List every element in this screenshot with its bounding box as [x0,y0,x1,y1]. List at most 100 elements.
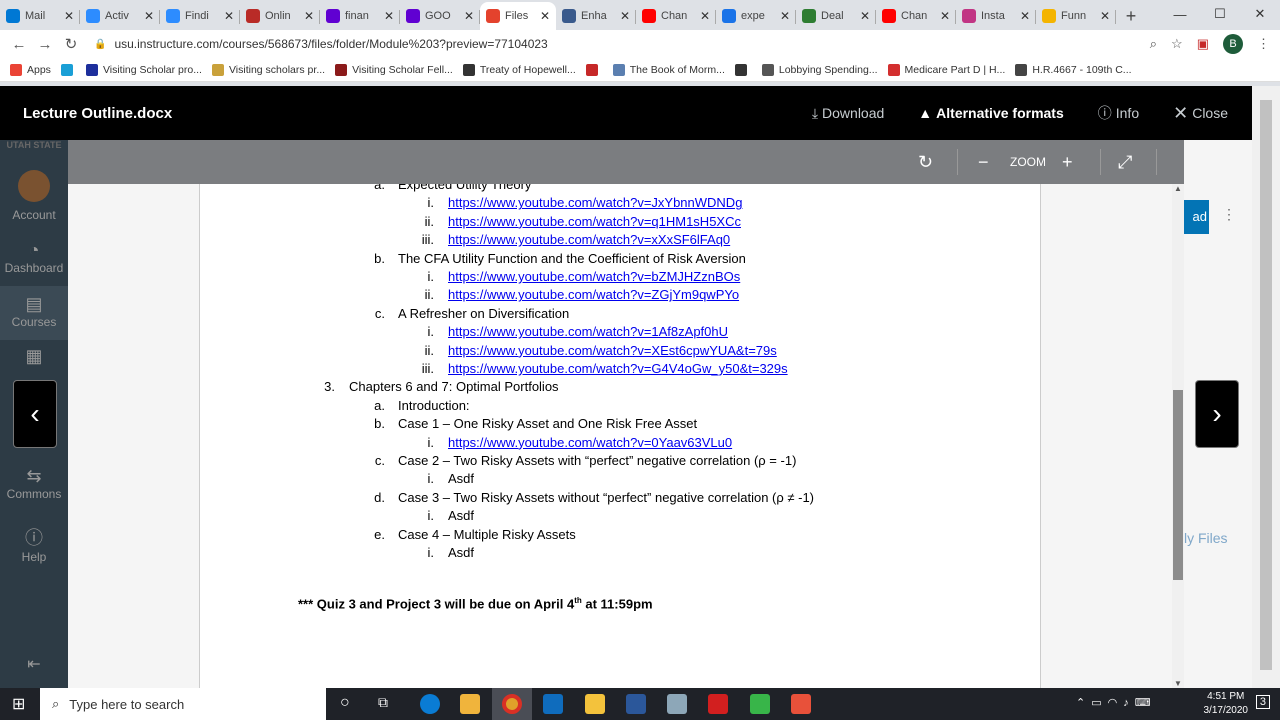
word-icon[interactable] [626,694,646,714]
notification-center-icon[interactable]: 3 [1255,695,1270,709]
minimize-icon[interactable]: — [1160,0,1200,28]
tab-close-icon[interactable]: ✕ [144,9,154,23]
nav-commons[interactable]: ⇆ Commons [0,466,68,501]
document-scrollbar[interactable]: ▲ ▼ [1172,184,1184,688]
tab-close-icon[interactable]: ✕ [860,9,870,23]
tab-close-icon[interactable]: ✕ [940,9,950,23]
tab-close-icon[interactable]: ✕ [304,9,314,23]
browser-tab[interactable]: Chan ✕ [636,2,716,30]
cortana-icon[interactable]: ○ [340,694,350,712]
bookmark-item[interactable]: Visiting Scholar Fell... [335,63,453,76]
bookmark-item[interactable]: H.R.4667 - 109th C... [1015,63,1132,76]
browser-tab[interactable]: expe ✕ [716,2,796,30]
recorder-icon[interactable] [791,694,811,714]
browser-tab[interactable]: Files ✕ [480,2,556,30]
bookmark-item[interactable] [585,63,603,76]
bookmark-item[interactable] [60,63,78,76]
bookmark-item[interactable]: Medicare Part D | H... [887,63,1005,76]
tray-icons[interactable]: ⌃▭◠♪⌨ [1076,696,1157,709]
browser-tab[interactable]: GOO ✕ [400,2,480,30]
new-tab-button[interactable]: + [1116,2,1146,30]
close-preview-button[interactable]: ✕ Close [1173,103,1228,124]
apps-shortcut[interactable]: Apps [10,63,51,76]
video-link[interactable]: https://www.youtube.com/watch?v=bZMJHZzn… [448,269,740,284]
tab-close-icon[interactable]: ✕ [1100,9,1110,23]
taskbar-search-input[interactable]: ⌕ Type here to search [40,688,326,720]
rotate-icon[interactable]: ↻ [918,140,933,184]
nav-account[interactable]: Account [0,170,68,222]
scroll-down-icon[interactable]: ▼ [1172,679,1184,688]
fullscreen-icon[interactable]: ⤢ [1118,140,1132,184]
tab-close-icon[interactable]: ✕ [224,9,234,23]
browser-scroll-thumb[interactable] [1260,100,1272,670]
nav-dashboard[interactable]: ◔ Dashboard [0,240,68,275]
acrobat-icon[interactable] [708,694,728,714]
zoom-page-icon[interactable]: ⌕ [1150,36,1157,52]
browser-tab[interactable]: Chan ✕ [876,2,956,30]
video-link[interactable]: https://www.youtube.com/watch?v=xXxSF6lF… [448,232,730,247]
maximize-icon[interactable]: ☐ [1200,0,1240,28]
tab-close-icon[interactable]: ✕ [384,9,394,23]
browser-tab[interactable]: Deal ✕ [796,2,876,30]
browser-tab[interactable]: Enha ✕ [556,2,636,30]
collapse-nav-icon[interactable]: ⇤ [0,654,68,674]
bookmark-item[interactable]: Treaty of Hopewell... [462,63,576,76]
tab-close-icon[interactable]: ✕ [464,9,474,23]
tab-close-icon[interactable]: ✕ [64,9,74,23]
zoom-in-button[interactable]: + [1062,140,1073,184]
browser-tab[interactable]: Findi ✕ [160,2,240,30]
browser-scrollbar[interactable] [1252,86,1280,688]
nav-courses[interactable]: ▤ Courses [0,286,68,340]
reload-icon[interactable]: ↻ [58,35,84,53]
bookmark-item[interactable]: Lobbying Spending... [761,63,878,76]
browser-tab[interactable]: finan ✕ [320,2,400,30]
bookmark-item[interactable]: Visiting Scholar pro... [85,63,202,76]
zoom-out-button[interactable]: − [978,140,989,184]
menu-kebab-icon[interactable]: ⋮ [1257,36,1270,52]
camtasia-icon[interactable] [750,694,770,714]
extension-icon[interactable]: ▣ [1197,36,1209,52]
video-link[interactable]: https://www.youtube.com/watch?v=JxYbnnWD… [448,195,742,210]
video-link[interactable]: https://www.youtube.com/watch?v=q1HM1sH5… [448,214,741,229]
back-icon[interactable]: ← [6,36,32,53]
nav-calendar[interactable]: ▦ [0,346,68,367]
file-explorer-icon[interactable] [585,694,605,714]
download-button[interactable]: ⤓ Download [812,105,884,122]
tab-close-icon[interactable]: ✕ [540,9,550,23]
video-link[interactable]: https://www.youtube.com/watch?v=XEst6cpw… [448,343,777,358]
tab-close-icon[interactable]: ✕ [780,9,790,23]
tab-close-icon[interactable]: ✕ [1020,9,1030,23]
document-scroll-area[interactable]: *** Quiz 3 and Project 3 will be due on … [68,184,1184,688]
scroll-up-icon[interactable]: ▲ [1172,184,1184,193]
close-window-icon[interactable]: ✕ [1240,0,1280,28]
task-view-icon[interactable]: ⧉ [378,694,388,711]
bookmark-item[interactable] [734,63,752,76]
alternative-formats-button[interactable]: ▲ Alternative formats [918,105,1063,121]
video-link[interactable]: https://www.youtube.com/watch?v=0Yaav63V… [448,435,732,450]
profile-avatar[interactable]: B [1223,34,1243,54]
browser-tab[interactable]: Insta ✕ [956,2,1036,30]
bookmark-item[interactable]: Visiting scholars pr... [211,63,325,76]
app-icon[interactable] [667,694,687,714]
bookmark-star-icon[interactable]: ☆ [1171,36,1183,52]
chrome-icon[interactable] [502,694,522,714]
mail-icon[interactable] [543,694,563,714]
info-button[interactable]: ⓘ Info [1098,103,1139,123]
browser-tab[interactable]: Funn ✕ [1036,2,1116,30]
video-link[interactable]: https://www.youtube.com/watch?v=ZGjYm9qw… [448,287,739,302]
next-file-button[interactable]: › [1195,380,1239,448]
tab-close-icon[interactable]: ✕ [620,9,630,23]
system-clock[interactable]: 4:51 PM 3/17/2020 [1204,690,1249,718]
store-icon[interactable] [460,694,480,714]
tab-close-icon[interactable]: ✕ [700,9,710,23]
browser-tab[interactable]: Activ ✕ [80,2,160,30]
document-scroll-thumb[interactable] [1173,390,1183,580]
windows-start-icon[interactable]: ⊞ [12,694,25,714]
url-field[interactable]: 🔒 usu.instructure.com/courses/568673/fil… [94,37,548,51]
video-link[interactable]: https://www.youtube.com/watch?v=1Af8zApf… [448,324,728,339]
bookmark-item[interactable]: The Book of Morm... [612,63,725,76]
forward-icon[interactable]: → [32,36,58,53]
browser-tab[interactable]: Onlin ✕ [240,2,320,30]
edge-icon[interactable] [420,694,440,714]
previous-file-button[interactable]: ‹ [13,380,57,448]
